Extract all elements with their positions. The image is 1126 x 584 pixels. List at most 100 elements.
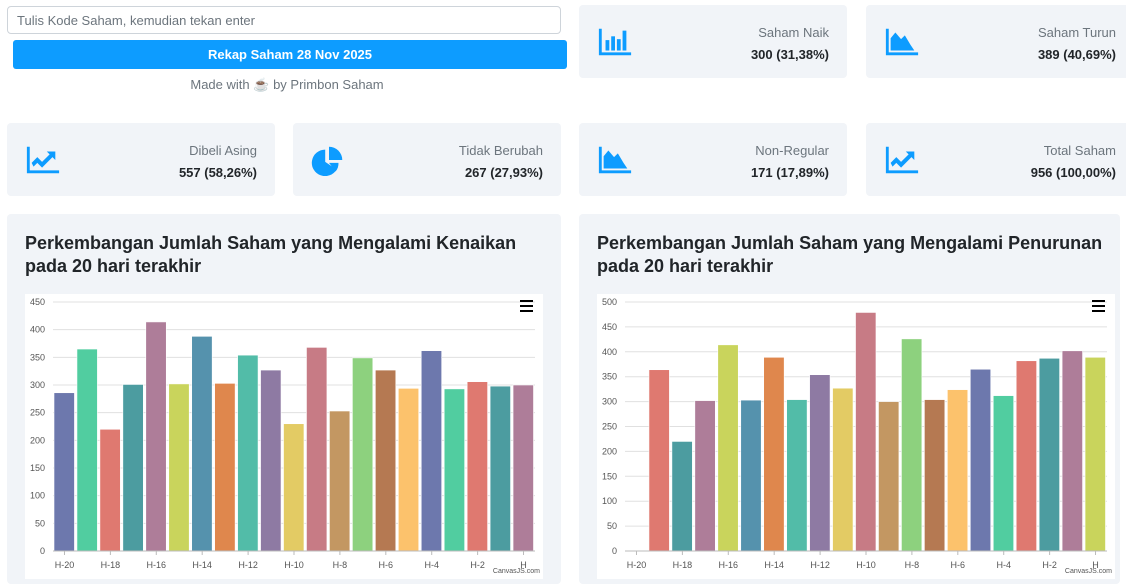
bar-H-17[interactable]: [694, 400, 716, 552]
bar-H-11[interactable]: [832, 387, 854, 552]
rekap-saham-button[interactable]: Rekap Saham 28 Nov 2025: [13, 40, 567, 69]
bar-H-15[interactable]: [168, 383, 190, 552]
y-tick-label: 150: [30, 463, 45, 473]
x-tick-label: H-16: [719, 560, 739, 570]
bar-H-6[interactable]: [947, 389, 969, 552]
bar-H-14[interactable]: [191, 336, 213, 552]
y-tick-label: 350: [30, 352, 45, 362]
y-tick-label: 400: [30, 325, 45, 335]
chart-penurunan: 0 50 100 150 200 250 300 350 400 450 500 H-20 H-18 H-…: [597, 294, 1115, 579]
bar-H-18[interactable]: [99, 428, 121, 552]
y-tick-label: 300: [30, 380, 45, 390]
x-tick-label: H-4: [424, 560, 439, 570]
bar-H-8[interactable]: [901, 338, 923, 552]
bar-H-14[interactable]: [763, 356, 785, 552]
x-tick-label: H-10: [284, 560, 304, 570]
bar-H-11[interactable]: [260, 369, 282, 552]
bar-H-13[interactable]: [214, 383, 236, 552]
chart-panel-kenaikan: Perkembangan Jumlah Saham yang Mengalami…: [7, 214, 561, 584]
x-tick-label: H-20: [55, 560, 75, 570]
y-tick-label: 350: [602, 372, 617, 382]
x-tick-label: H-10: [856, 560, 876, 570]
chart-title: Perkembangan Jumlah Saham yang Mengalami…: [25, 233, 517, 276]
bar-H-2[interactable]: [1038, 357, 1060, 552]
stat-label: Saham Naik: [758, 25, 829, 40]
bar-H-1[interactable]: [489, 385, 511, 552]
stat-label: Saham Turun: [1037, 25, 1116, 40]
coffee-icon: ☕: [253, 77, 270, 92]
bar-H-5[interactable]: [969, 368, 992, 552]
stat-value: 300 (31,38%): [750, 47, 829, 62]
bar-H-12[interactable]: [809, 374, 831, 552]
stat-value: 171 (17,89%): [750, 165, 829, 180]
bar-H-5[interactable]: [397, 388, 420, 552]
bar-H-1[interactable]: [1061, 350, 1083, 552]
bar-H-2[interactable]: [466, 381, 488, 552]
x-tick-label: H-18: [101, 560, 121, 570]
bar-H-16[interactable]: [145, 321, 167, 552]
y-tick-label: 300: [602, 397, 617, 407]
made-with-suffix: by Primbon Saham: [273, 77, 384, 92]
x-tick-label: H-6: [379, 560, 394, 570]
line-chart-icon: [26, 146, 60, 174]
bar-H-8[interactable]: [329, 410, 351, 552]
bar-H-9[interactable]: [306, 347, 328, 552]
chart-menu-icon[interactable]: [1092, 300, 1105, 312]
bar-H[interactable]: [512, 384, 534, 552]
bar-H-9[interactable]: [878, 401, 900, 552]
y-tick-label: 50: [607, 521, 617, 531]
x-tick-label: H-18: [673, 560, 693, 570]
x-tick-label: H-14: [192, 560, 212, 570]
bar-H-17[interactable]: [122, 384, 144, 552]
stat-value: 956 (100,00%): [1030, 165, 1116, 180]
bar-H[interactable]: [1084, 356, 1106, 552]
x-tick-label: H-14: [764, 560, 784, 570]
made-with-credit: Made with ☕ by Primbon Saham: [7, 77, 567, 93]
bar-H-7[interactable]: [924, 399, 946, 552]
stat-card-dibeli-asing: Dibeli Asing 557 (58,26%): [7, 123, 275, 196]
bar-H-19[interactable]: [648, 369, 670, 552]
bar-H-19[interactable]: [76, 348, 98, 552]
bar-H-18[interactable]: [671, 441, 693, 552]
bar-H-7[interactable]: [352, 357, 374, 552]
y-tick-label: 400: [602, 347, 617, 357]
x-tick-label: H-12: [238, 560, 258, 570]
chart-kenaikan: 0 50 100 150 200 250 300 350 400 450 H-20 H-18 H-16 H…: [25, 294, 543, 579]
x-tick-label: H-6: [951, 560, 966, 570]
stat-label: Dibeli Asing: [189, 143, 257, 158]
y-tick-label: 200: [602, 446, 617, 456]
y-tick-label: 0: [40, 546, 45, 556]
stat-label: Non-Regular: [755, 143, 829, 158]
line-chart-icon: [885, 146, 919, 174]
stock-code-search-input[interactable]: [7, 6, 561, 34]
made-with-prefix: Made with: [190, 77, 250, 92]
y-tick-label: 450: [30, 297, 45, 307]
stat-value: 389 (40,69%): [1037, 47, 1116, 62]
stat-card-non-regular: Non-Regular 171 (17,89%): [579, 123, 847, 196]
chart-panel-penurunan: Perkembangan Jumlah Saham yang Mengalami…: [579, 214, 1120, 584]
bar-H-20[interactable]: [53, 392, 75, 552]
bar-H-10[interactable]: [283, 423, 305, 552]
bar-H-10[interactable]: [855, 312, 877, 552]
x-tick-label: H-4: [996, 560, 1011, 570]
chart-title: Perkembangan Jumlah Saham yang Mengalami…: [597, 233, 1103, 276]
bar-H-4[interactable]: [992, 395, 1014, 552]
stat-card-saham-turun: Saham Turun 389 (40,69%): [866, 5, 1126, 78]
y-tick-label: 250: [30, 408, 45, 418]
bar-H-3[interactable]: [1015, 360, 1037, 552]
bar-H-15[interactable]: [740, 399, 762, 552]
bar-H-12[interactable]: [237, 354, 259, 552]
bar-H-6[interactable]: [375, 369, 397, 552]
stat-card-saham-naik: Saham Naik 300 (31,38%): [579, 5, 847, 78]
x-tick-label: H-2: [1042, 560, 1057, 570]
area-chart-icon: [598, 146, 632, 174]
pie-chart-icon: [311, 146, 343, 176]
bar-H-13[interactable]: [786, 399, 808, 552]
y-tick-label: 150: [602, 471, 617, 481]
stat-value: 557 (58,26%): [178, 165, 257, 180]
x-tick-label: H-2: [470, 560, 485, 570]
chart-menu-icon[interactable]: [520, 300, 533, 312]
bar-H-16[interactable]: [717, 344, 739, 552]
bar-H-4[interactable]: [420, 350, 442, 552]
bar-H-3[interactable]: [443, 388, 465, 552]
